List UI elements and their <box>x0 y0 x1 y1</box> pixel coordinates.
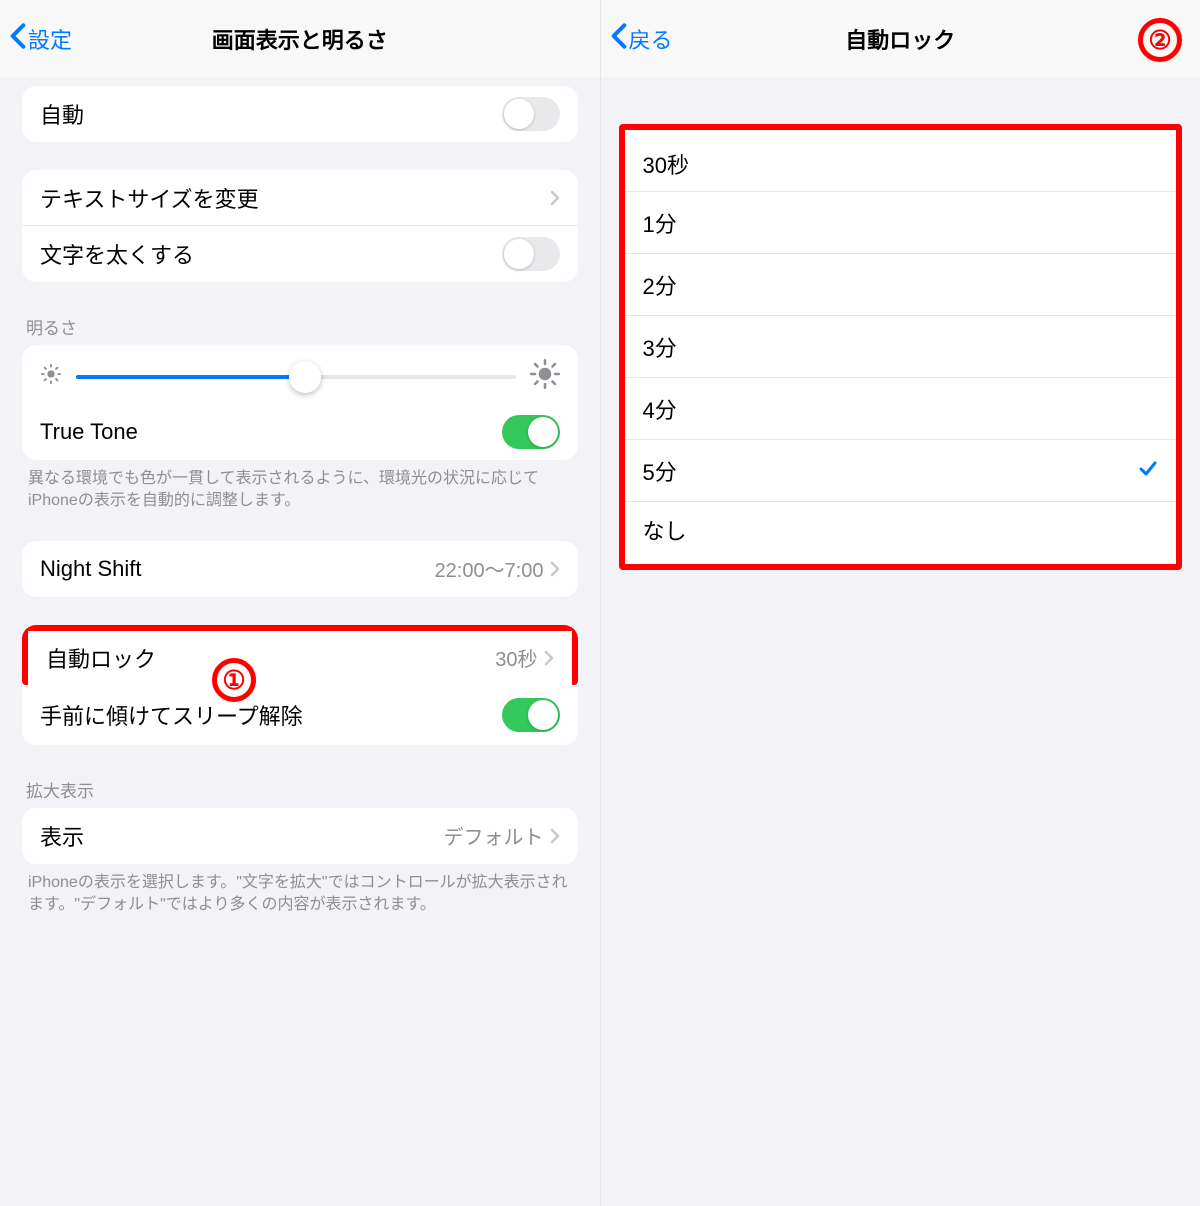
true-tone-footer: 異なる環境でも色が一貫して表示されるように、環境光の状況に応じてiPhoneの表… <box>28 468 572 513</box>
auto-lock-option[interactable]: 2分 <box>625 254 1177 316</box>
auto-appearance-toggle[interactable] <box>502 97 560 131</box>
auto-lock-option-label: 4分 <box>643 393 1159 425</box>
brightness-slider-row <box>22 345 578 404</box>
nav-bar: 設定 画面表示と明るさ <box>0 0 600 78</box>
brightness-header: 明るさ <box>26 314 574 339</box>
display-settings-panel: 設定 画面表示と明るさ 自動 テキストサイズを変更 文字を太くする <box>0 0 601 1206</box>
raise-to-wake-row[interactable]: 手前に傾けてスリープ解除 <box>22 685 578 745</box>
lock-group: 自動ロック 30秒 手前に傾けてスリープ解除 <box>22 625 578 745</box>
checkmark-icon <box>1138 457 1158 485</box>
true-tone-label: True Tone <box>40 419 502 445</box>
chevron-left-icon <box>10 22 28 56</box>
auto-lock-option[interactable]: 5分 <box>625 440 1177 502</box>
zoom-label: 表示 <box>40 820 444 852</box>
nav-back-button[interactable]: 設定 <box>10 0 72 77</box>
zoom-value: デフォルト <box>444 821 544 850</box>
callout-badge-1: ① <box>212 658 256 702</box>
night-shift-row[interactable]: Night Shift 22:00～7:00 <box>22 541 578 597</box>
night-shift-value: 22:00～7:00 <box>435 554 544 583</box>
auto-lock-option-label: なし <box>643 514 1159 546</box>
auto-lock-option[interactable]: 30秒 <box>625 130 1177 192</box>
sun-small-icon <box>40 363 62 390</box>
auto-lock-value: 30秒 <box>495 643 537 672</box>
auto-lock-option[interactable]: 3分 <box>625 316 1177 378</box>
auto-lock-options-group: 30秒 1分 2分 3分 4分 5分なし <box>619 124 1183 570</box>
text-size-row[interactable]: テキストサイズを変更 <box>22 170 578 226</box>
auto-lock-label: 自動ロック <box>46 642 495 674</box>
auto-appearance-label: 自動 <box>40 98 502 130</box>
auto-lock-option[interactable]: 4分 <box>625 378 1177 440</box>
raise-to-wake-label: 手前に傾けてスリープ解除 <box>40 699 502 731</box>
chevron-left-icon <box>611 22 629 56</box>
text-size-label: テキストサイズを変更 <box>40 182 550 214</box>
brightness-slider[interactable] <box>76 362 516 392</box>
night-shift-group: Night Shift 22:00～7:00 <box>22 541 578 597</box>
auto-lock-option[interactable]: なし <box>625 502 1177 564</box>
auto-lock-option-label: 5分 <box>643 455 1139 487</box>
bold-text-toggle[interactable] <box>502 237 560 271</box>
zoom-group: 表示 デフォルト <box>22 808 578 864</box>
true-tone-toggle[interactable] <box>502 415 560 449</box>
auto-lock-option-label: 1分 <box>643 207 1159 239</box>
chevron-right-icon <box>550 190 560 206</box>
auto-lock-panel: 戻る 自動ロック 30秒 1分 2分 3分 4分 5分なし ② <box>601 0 1200 1206</box>
zoom-header: 拡大表示 <box>26 777 574 802</box>
true-tone-row[interactable]: True Tone <box>22 404 578 460</box>
callout-badge-2: ② <box>1138 18 1182 62</box>
sun-large-icon <box>530 359 560 394</box>
nav-back-label: 設定 <box>28 23 72 55</box>
zoom-footer: iPhoneの表示を選択します。"文字を拡大"ではコントロールが拡大表示されます… <box>28 872 572 917</box>
nav-back-button[interactable]: 戻る <box>611 0 673 77</box>
nav-bar: 戻る 自動ロック <box>601 0 1200 78</box>
auto-lock-row[interactable]: 自動ロック 30秒 <box>22 625 578 685</box>
bold-text-label: 文字を太くする <box>40 238 502 270</box>
raise-to-wake-toggle[interactable] <box>502 698 560 732</box>
appearance-group: 自動 <box>22 86 578 142</box>
auto-lock-option-label: 30秒 <box>643 148 1159 180</box>
auto-lock-option-label: 2分 <box>643 269 1159 301</box>
chevron-right-icon <box>550 561 560 577</box>
brightness-group: True Tone <box>22 345 578 460</box>
nav-title: 画面表示と明るさ <box>212 23 388 55</box>
bold-text-row[interactable]: 文字を太くする <box>22 226 578 282</box>
nav-title: 自動ロック <box>845 23 955 55</box>
auto-lock-option-label: 3分 <box>643 331 1159 363</box>
auto-lock-option[interactable]: 1分 <box>625 192 1177 254</box>
night-shift-label: Night Shift <box>40 556 435 582</box>
auto-appearance-row[interactable]: 自動 <box>22 86 578 142</box>
slider-thumb[interactable] <box>289 361 321 393</box>
nav-back-label: 戻る <box>629 23 673 55</box>
zoom-row[interactable]: 表示 デフォルト <box>22 808 578 864</box>
chevron-right-icon <box>544 650 554 666</box>
text-group: テキストサイズを変更 文字を太くする <box>22 170 578 282</box>
chevron-right-icon <box>550 828 560 844</box>
